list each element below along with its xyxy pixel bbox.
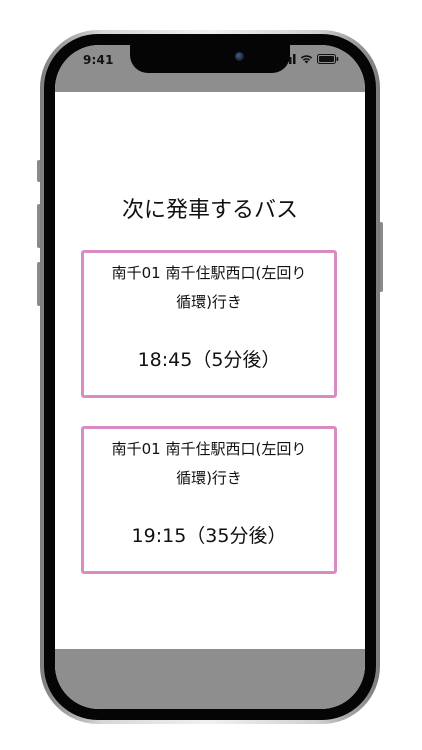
status-time: 9:41 xyxy=(83,53,114,67)
main-content: 次に発車するバス 南千01 南千住駅西口(左回り 循環)行き 18:45（5分後… xyxy=(55,92,365,649)
departure-time: 18:45（5分後） xyxy=(137,349,281,371)
route-line-1: 南千01 南千住駅西口(左回り xyxy=(111,264,307,282)
device-mockup: 9:41 次に発車するバス 南千01 南千住駅西口(左回り 循環)行き 18:4… xyxy=(0,0,422,750)
phone-screen: 9:41 次に発車するバス 南千01 南千住駅西口(左回り 循環)行き 18:4… xyxy=(55,45,365,709)
battery-icon xyxy=(317,54,339,64)
bottom-bar xyxy=(55,649,365,709)
route-line-1: 南千01 南千住駅西口(左回り xyxy=(111,440,307,458)
phone-bezel: 9:41 次に発車するバス 南千01 南千住駅西口(左回り 循環)行き 18:4… xyxy=(44,34,376,720)
phone-frame: 9:41 次に発車するバス 南千01 南千住駅西口(左回り 循環)行き 18:4… xyxy=(40,30,380,724)
route-name: 南千01 南千住駅西口(左回り 循環)行き xyxy=(84,435,334,493)
camera-icon xyxy=(235,52,244,61)
bus-card[interactable]: 南千01 南千住駅西口(左回り 循環)行き 19:15（35分後） xyxy=(81,426,337,574)
notch xyxy=(130,45,290,73)
departure-time: 19:15（35分後） xyxy=(131,525,287,547)
bus-card[interactable]: 南千01 南千住駅西口(左回り 循環)行き 18:45（5分後） xyxy=(81,250,337,398)
route-line-2: 循環)行き xyxy=(176,469,242,487)
page-title: 次に発車するバス xyxy=(121,198,298,223)
route-line-2: 循環)行き xyxy=(176,293,242,311)
route-name: 南千01 南千住駅西口(左回り 循環)行き xyxy=(84,259,334,317)
wifi-icon xyxy=(300,55,313,64)
